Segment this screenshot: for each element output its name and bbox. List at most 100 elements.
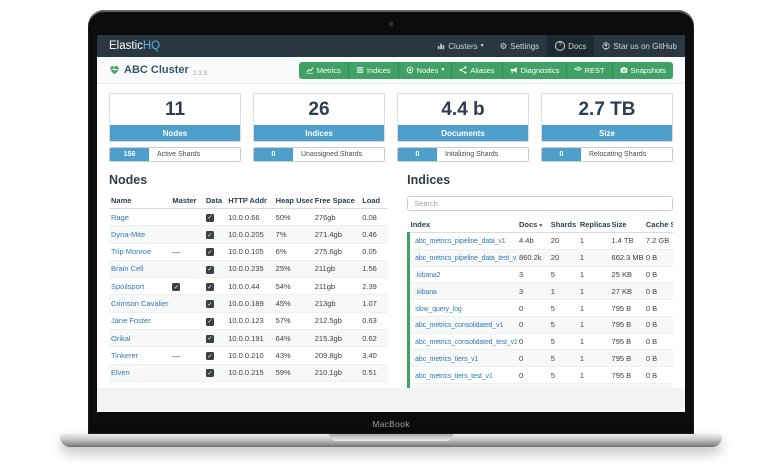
node-name-link[interactable]: Tinkerer	[111, 351, 138, 360]
index-name-link[interactable]: abc_metrics_tiers_test_v1	[415, 373, 493, 380]
node-addr: 10.0.0.105	[226, 243, 274, 261]
index-cache: 0 B	[643, 299, 673, 317]
index-size: 795 B	[609, 366, 644, 385]
col-header-size[interactable]: Size	[609, 217, 644, 233]
col-header-cache[interactable]: Cache Size	[643, 217, 673, 233]
data-checkbox[interactable]: ✓	[205, 231, 214, 240]
index-docs: 0	[517, 349, 549, 368]
data-checkbox[interactable]: ✓	[205, 213, 214, 222]
data-checkbox[interactable]: ✓	[205, 265, 214, 274]
node-addr: 10.0.0.191	[226, 329, 274, 348]
node-load: 0.08	[360, 208, 389, 227]
node-addr: 10.0.0.215	[226, 364, 274, 382]
tab-diagnostics[interactable]: Diagnostics	[502, 61, 568, 79]
index-name-link[interactable]: slow_query_log	[415, 306, 462, 313]
col-header-load[interactable]: Load	[360, 193, 389, 209]
stat-value: 26	[308, 98, 330, 120]
stat-label: Size	[542, 125, 672, 141]
table-row: Brain Cell ✓ 10.0.0.235 25% 211gb 1.56	[109, 260, 389, 279]
index-shards: 20	[548, 232, 578, 250]
data-checkbox[interactable]: ✓	[205, 283, 214, 292]
col-header-name[interactable]: Name	[109, 193, 171, 209]
index-name-link[interactable]: .kibana	[415, 289, 437, 296]
node-addr: 10.0.0.189	[226, 294, 274, 313]
index-name-link[interactable]: abc_metrics_consolidated_test_v1	[415, 339, 517, 346]
table-row: Trip Monroe — ✓ 10.0.0.105 6% 275.6gb 0.…	[109, 243, 389, 261]
stat-card: 2.7 TB Size	[541, 93, 673, 142]
sort-desc-icon: ▾	[539, 223, 543, 229]
data-checkbox[interactable]: ✓	[205, 334, 214, 343]
search-input[interactable]	[407, 196, 673, 211]
indices-panel: Indices Index Docs▾ Shards Replicas Size…	[407, 171, 673, 412]
data-checkbox[interactable]: ✓	[205, 300, 214, 309]
tab-aliases[interactable]: Aliases	[452, 61, 503, 79]
node-load: 0.63	[360, 312, 389, 330]
master-checkbox[interactable]: ✓	[172, 283, 181, 292]
col-header-docs[interactable]: Docs ▾	[517, 217, 549, 233]
tab-indices[interactable]: Indices	[348, 61, 399, 79]
nodes-table: Name Master Data HTTP Addr Heap Used Fre…	[109, 193, 389, 382]
table-row: abc_metrics_tiers_test_v1 0 5 1 795 B 0 …	[407, 366, 673, 385]
tab-snapshots[interactable]: Snapshots	[612, 61, 673, 79]
table-row: .kibana 3 1 1 27 KB 0 B	[407, 282, 673, 301]
node-name-link[interactable]: Jane Foster	[111, 316, 151, 325]
index-name-link[interactable]: abc_metrics_pipeline_data_test_v1	[415, 255, 517, 262]
tab-label: Diagnostics	[520, 65, 560, 75]
col-header-free[interactable]: Free Space	[312, 193, 361, 209]
tab-metrics[interactable]: Metrics	[298, 61, 349, 79]
index-name-link[interactable]: abc_metrics_consolidated_v1	[415, 322, 503, 329]
table-header-row: Name Master Data HTTP Addr Heap Used Fre…	[109, 193, 389, 209]
index-shards: 5	[548, 316, 578, 334]
col-header-replicas[interactable]: Replicas	[577, 217, 610, 233]
node-name-link[interactable]: Trip Monroe	[111, 247, 151, 256]
index-docs: 860.2k	[517, 249, 549, 267]
brand-logo[interactable]: Elastic HQ	[97, 35, 172, 57]
node-free: 209.8gb	[312, 346, 361, 365]
col-header-index[interactable]: Index	[408, 217, 518, 233]
macbook-notch	[329, 434, 453, 441]
node-load: 0.51	[360, 364, 389, 382]
data-checkbox[interactable]: ✓	[205, 352, 214, 361]
col-header-data[interactable]: Data	[203, 193, 227, 209]
node-name-link[interactable]: Brain Cell	[111, 264, 144, 273]
tab-rest[interactable]: </> REST	[567, 61, 613, 79]
node-name-link[interactable]: Orikal	[111, 334, 131, 343]
data-checkbox[interactable]: ✓	[205, 369, 214, 378]
node-name-link[interactable]: Elven	[111, 368, 130, 377]
node-name-link[interactable]: Spoilsport	[111, 282, 144, 291]
index-name-link[interactable]: .kibana2	[415, 272, 440, 279]
node-name-link[interactable]: Rage	[111, 213, 129, 222]
tab-label: Nodes	[416, 65, 439, 75]
node-free: 213gb	[312, 294, 361, 313]
node-heap: 59%	[273, 364, 313, 382]
stat-value: 11	[164, 98, 186, 120]
nav-docs[interactable]: ? Docs	[547, 35, 595, 57]
heart-icon	[109, 65, 120, 75]
data-checkbox[interactable]: ✓	[205, 248, 214, 257]
node-name-link[interactable]: Crimson Cavalier	[111, 299, 169, 308]
index-replicas: 1	[577, 316, 610, 334]
initializing-shards-bar: 0 Initalizing Shards	[397, 147, 529, 162]
node-name-link[interactable]: Dyna-Mite	[111, 230, 145, 239]
index-name-link[interactable]: abc_metrics_pipeline_data_v1	[415, 238, 505, 245]
col-header-shards[interactable]: Shards	[548, 217, 578, 233]
col-header-addr[interactable]: HTTP Addr	[226, 193, 274, 209]
table-row: Tinkerer — ✓ 10.0.0.210 43% 209.8gb 3.40	[109, 346, 389, 365]
index-size: 1.4 TB	[609, 232, 644, 250]
stat-value: 4.4 b	[441, 98, 485, 120]
nav-github-star[interactable]: Star us on GitHub	[594, 35, 685, 57]
index-name-link[interactable]: abc_metrics_tiers_v1	[415, 356, 478, 363]
nav-settings[interactable]: ⚙ Settings	[492, 35, 548, 57]
index-docs: 3	[517, 282, 549, 301]
table-row: Spoilsport ✓ ✓ 10.0.0.44 54% 211gb 2.39	[109, 277, 389, 296]
tab-label: REST	[584, 65, 605, 75]
node-heap: 6%	[273, 243, 313, 261]
col-header-master[interactable]: Master	[170, 193, 204, 209]
nav-clusters[interactable]: Clusters ▾	[429, 35, 491, 57]
index-shards: 5	[548, 349, 578, 368]
tab-nodes[interactable]: Nodes ▾	[398, 61, 453, 79]
data-checkbox[interactable]: ✓	[205, 317, 214, 326]
index-replicas: 1	[577, 282, 610, 301]
node-load: 1.56	[360, 260, 389, 279]
col-header-heap[interactable]: Heap Used	[273, 193, 313, 209]
